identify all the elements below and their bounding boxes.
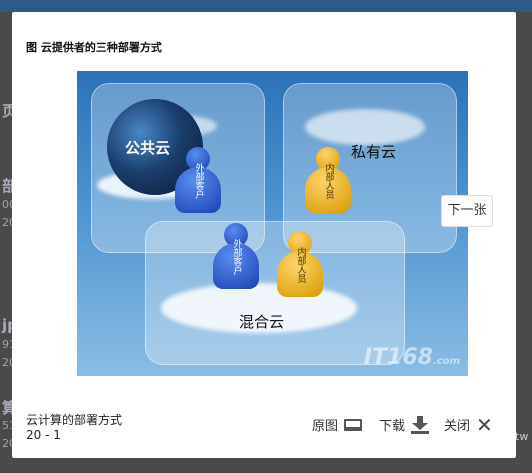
- cloud-shape: [305, 109, 425, 145]
- image-title: 图 云提供者的三种部署方式: [26, 41, 162, 54]
- background-top-bar: [0, 0, 532, 12]
- download-button[interactable]: 下载: [379, 415, 430, 434]
- external-customer-icon: 外部客户: [175, 147, 221, 213]
- hybrid-cloud-label: 混合云: [239, 313, 285, 331]
- external-customer-label: 外部客户: [193, 163, 204, 199]
- public-cloud-label: 公共云: [125, 139, 171, 157]
- image-caption: 云计算的部署方式: [26, 413, 123, 427]
- view-original-label: 原图: [312, 419, 339, 434]
- external-customer-label: 外部客户: [231, 239, 242, 275]
- internal-staff-icon: 内部人员: [305, 147, 351, 213]
- view-original-button[interactable]: 原图: [312, 415, 363, 434]
- internal-staff-icon: 内部人员: [277, 231, 323, 297]
- close-label: 关闭: [444, 419, 471, 434]
- external-customer-icon: 外部客户: [213, 223, 259, 289]
- background-text: tw: [515, 430, 529, 443]
- close-button[interactable]: 关闭 ✕: [444, 412, 493, 437]
- watermark: IT168.com: [363, 345, 460, 370]
- next-image-button[interactable]: 下一张: [441, 195, 493, 227]
- diagram-image: 公共云 外部客户 私有云 内部人员 外部客户 内部人员 混合云 IT168.co…: [77, 71, 468, 376]
- internal-staff-label: 内部人员: [295, 247, 306, 283]
- internal-staff-label: 内部人员: [323, 163, 334, 199]
- private-cloud-label: 私有云: [351, 143, 397, 161]
- close-icon: ✕: [476, 412, 493, 437]
- monitor-icon: [344, 418, 363, 431]
- download-icon: [411, 415, 430, 434]
- download-label: 下载: [379, 419, 406, 434]
- image-counter: 20 - 1: [26, 428, 61, 442]
